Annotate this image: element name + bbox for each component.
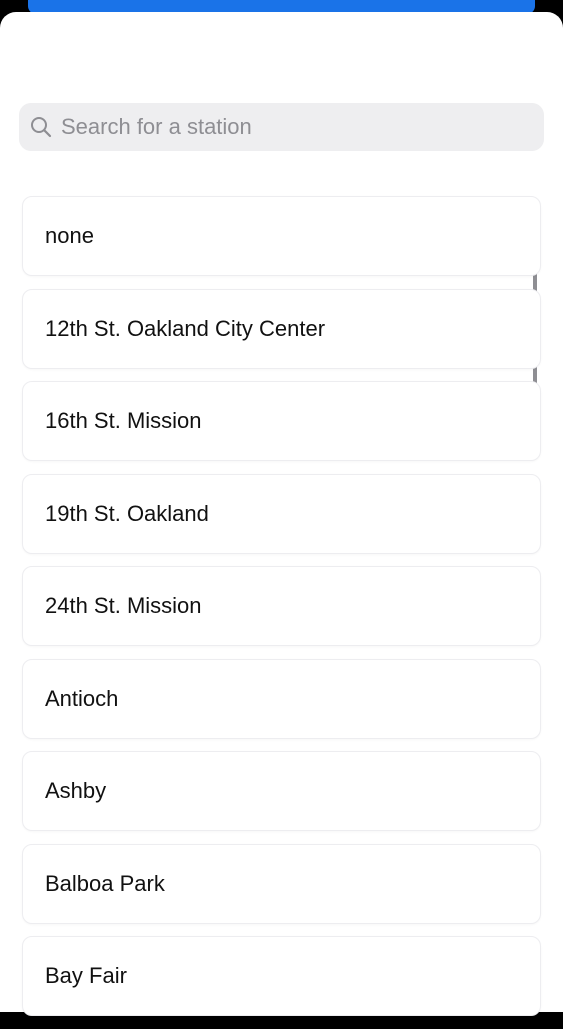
station-label: Balboa Park xyxy=(45,870,165,896)
station-list-item[interactable]: 12th St. Oakland City Center xyxy=(22,288,541,369)
search-icon xyxy=(29,115,53,139)
station-label: Antioch xyxy=(45,685,119,711)
station-list-item[interactable]: 16th St. Mission xyxy=(22,381,541,461)
station-list-item[interactable]: Balboa Park xyxy=(22,843,541,924)
station-label: 12th St. Oakland City Center xyxy=(45,315,326,341)
search-bar[interactable] xyxy=(19,103,544,151)
station-label: 19th St. Oakland xyxy=(45,500,209,526)
station-label: 16th St. Mission xyxy=(45,408,202,433)
station-list-item[interactable]: Ashby xyxy=(22,751,541,831)
station-label: none xyxy=(45,223,94,248)
station-list-item[interactable]: none xyxy=(22,196,541,276)
station-list-item[interactable]: 19th St. Oakland xyxy=(22,473,541,554)
station-list-item[interactable]: 24th St. Mission xyxy=(22,566,541,646)
station-list: none 12th St. Oakland City Center 16th St.… xyxy=(22,196,541,1029)
station-label: 24th St. Mission xyxy=(45,593,202,618)
station-label: Ashby xyxy=(45,778,107,803)
station-list-item[interactable]: Bay Fair xyxy=(22,936,541,1016)
station-list-item[interactable]: Antioch xyxy=(22,658,541,739)
search-input[interactable] xyxy=(61,103,544,151)
station-label: Bay Fair xyxy=(45,963,127,988)
